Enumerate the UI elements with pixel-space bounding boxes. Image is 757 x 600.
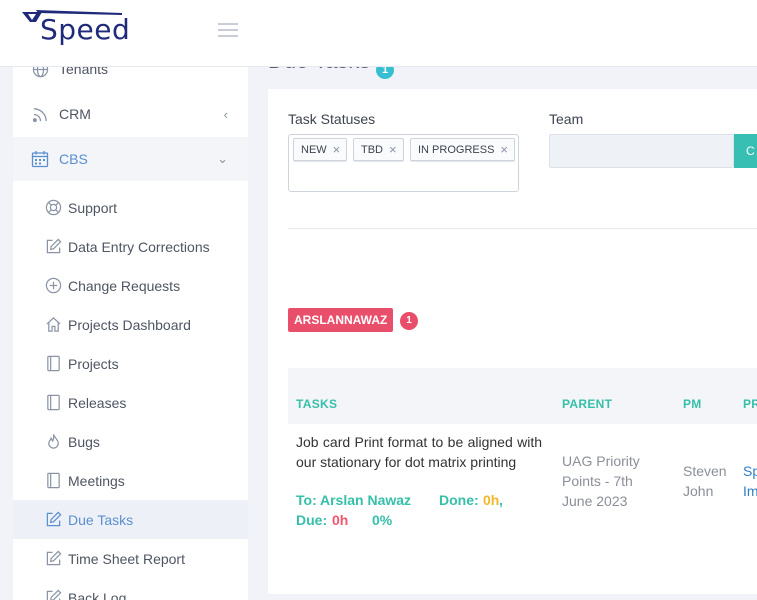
sidebar-item-label: Time Sheet Report	[68, 550, 185, 567]
book-icon	[45, 472, 62, 489]
column-header-pm[interactable]: PM	[683, 397, 702, 411]
sidebar-item-label: Change Requests	[68, 277, 181, 294]
sidebar: Tenants CRM ‹ CBS ⌄ Support Data Entry C…	[13, 67, 248, 600]
sidebar-item-meetings[interactable]: Meetings	[13, 461, 248, 500]
column-header-project[interactable]: PR	[743, 397, 757, 411]
rss-icon	[31, 105, 49, 123]
top-bar: Speed	[0, 0, 757, 67]
sidebar-item-change-requests[interactable]: Change Requests	[13, 266, 248, 305]
status-chip-new[interactable]: NEW ×	[293, 138, 348, 161]
project-link[interactable]: Sp Im	[743, 461, 757, 501]
progress-percent: 0%	[372, 512, 393, 528]
lifebuoy-icon	[45, 199, 62, 216]
done-hours: 0h	[483, 492, 500, 508]
divider	[288, 228, 757, 229]
parent-cell: UAG Priority Points - 7th June 2023	[562, 453, 640, 509]
done-separator: ,	[499, 492, 503, 508]
column-header-parent[interactable]: PARENT	[562, 397, 612, 411]
home-icon	[45, 316, 62, 333]
user-task-count: 1	[400, 312, 418, 330]
team-select[interactable]	[549, 134, 734, 168]
chevron-left-icon: ‹	[223, 106, 228, 122]
book-icon	[45, 394, 62, 411]
done-label: Done:	[439, 492, 479, 508]
edit-icon	[45, 511, 62, 528]
sidebar-item-label: Projects Dashboard	[68, 316, 191, 333]
due-label: Due:	[296, 512, 328, 528]
sidebar-item-support[interactable]: Support	[13, 188, 248, 227]
sidebar-item-cbs[interactable]: CBS ⌄	[13, 137, 248, 181]
sidebar-item-bugs[interactable]: Bugs	[13, 422, 248, 461]
sidebar-item-releases[interactable]: Releases	[13, 383, 248, 422]
search-button[interactable]: C	[734, 134, 757, 168]
table-header: TASKS PARENT PM PR	[288, 368, 757, 424]
due-tasks-card: Task Statuses NEW × TBD × IN PROGRESS × Tea…	[268, 89, 757, 594]
calendar-icon	[31, 150, 49, 168]
menu-toggle-icon[interactable]	[218, 23, 238, 37]
sidebar-item-crm[interactable]: CRM ‹	[13, 92, 248, 136]
sidebar-item-label: Projects	[68, 355, 119, 372]
sidebar-item-projects[interactable]: Projects	[13, 344, 248, 383]
task-statuses-label: Task Statuses	[288, 111, 376, 127]
sidebar-item-label: Data Entry Corrections	[68, 238, 210, 255]
book-icon	[45, 355, 62, 372]
sidebar-item-projects-dashboard[interactable]: Projects Dashboard	[13, 305, 248, 344]
plus-circle-icon	[45, 277, 62, 294]
sidebar-item-label: CRM	[59, 106, 91, 122]
status-chip-in-progress[interactable]: IN PROGRESS ×	[410, 138, 515, 161]
sidebar-item-time-sheet-report[interactable]: Time Sheet Report	[13, 539, 248, 578]
globe-icon	[31, 67, 49, 78]
column-header-tasks[interactable]: TASKS	[296, 397, 337, 411]
sidebar-item-label: Tenants	[59, 67, 109, 77]
fire-icon	[45, 433, 62, 450]
sidebar-item-back-log[interactable]: Back Log	[13, 578, 248, 600]
assignee-name: Arslan Nawaz	[320, 492, 412, 508]
edit-icon	[45, 238, 62, 255]
logo-text[interactable]: Speed	[40, 13, 130, 46]
sidebar-item-label: CBS	[59, 151, 88, 167]
sidebar-item-label: Back Log	[68, 589, 127, 600]
user-group-badge[interactable]: ARSLANNAWAZ	[288, 308, 394, 332]
sidebar-item-label: Support	[68, 199, 118, 216]
remove-icon[interactable]: ×	[500, 143, 508, 156]
team-label: Team	[549, 111, 584, 127]
sidebar-item-data-entry-corrections[interactable]: Data Entry Corrections	[13, 227, 248, 266]
task-description[interactable]: Job card Print format to be aligned with…	[296, 432, 542, 472]
assignee-label: To:	[296, 492, 317, 508]
edit-icon	[45, 550, 62, 567]
sidebar-item-label: Bugs	[68, 433, 100, 450]
sidebar-item-due-tasks[interactable]: Due Tasks	[13, 500, 248, 539]
remove-icon[interactable]: ×	[333, 143, 341, 156]
sidebar-item-tenants[interactable]: Tenants	[13, 67, 248, 91]
due-hours: 0h	[332, 512, 349, 528]
sidebar-item-label: Meetings	[68, 472, 125, 489]
chevron-down-icon: ⌄	[217, 151, 228, 166]
status-chip-tbd[interactable]: TBD ×	[353, 138, 404, 161]
edit-icon	[45, 589, 62, 600]
sidebar-item-label: Due Tasks	[68, 511, 134, 528]
sidebar-item-label: Releases	[68, 394, 127, 411]
pm-cell: Steven John	[683, 463, 727, 499]
remove-icon[interactable]: ×	[389, 143, 397, 156]
task-statuses-select[interactable]: NEW × TBD × IN PROGRESS ×	[288, 134, 519, 192]
